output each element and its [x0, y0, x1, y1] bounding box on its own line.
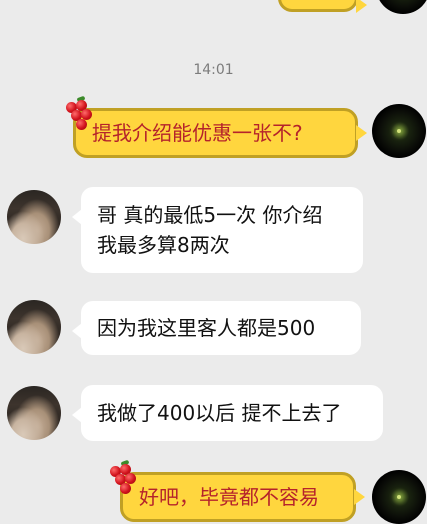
message-bubble-other[interactable]: 因为我这里客人都是500 [72, 301, 361, 355]
avatar-other[interactable] [7, 386, 61, 440]
message-bubble-other[interactable]: 我做了400以后 提不上去了 [72, 385, 383, 441]
avatar-other[interactable] [7, 300, 61, 354]
avatar-self[interactable] [376, 0, 427, 14]
message-bubble-other[interactable]: 哥 真的最低5一次 你介绍 我最多算8两次 [72, 187, 363, 273]
message-text: 因为我这里客人都是500 [97, 316, 316, 340]
message-text-line: 哥 真的最低5一次 你介绍 [97, 203, 323, 227]
timestamp: 14:01 [193, 62, 234, 78]
avatar-other[interactable] [7, 190, 61, 244]
message-text: 好吧，毕竟都不容易 [139, 485, 319, 509]
red-grapes-icon [64, 95, 98, 132]
message-bubble-self-previous[interactable] [278, 0, 367, 13]
avatar-self[interactable] [372, 470, 426, 524]
red-grapes-icon [108, 459, 142, 496]
message-bubble-self[interactable]: 提我介绍能优惠一张不? [73, 108, 367, 158]
avatar-self[interactable] [372, 104, 426, 158]
message-bubble-self[interactable]: 好吧，毕竟都不容易 [120, 472, 365, 522]
message-text: 提我介绍能优惠一张不? [92, 121, 303, 145]
message-text-line: 我最多算8两次 [97, 233, 230, 257]
message-text: 我做了400以后 提不上去了 [97, 401, 342, 425]
